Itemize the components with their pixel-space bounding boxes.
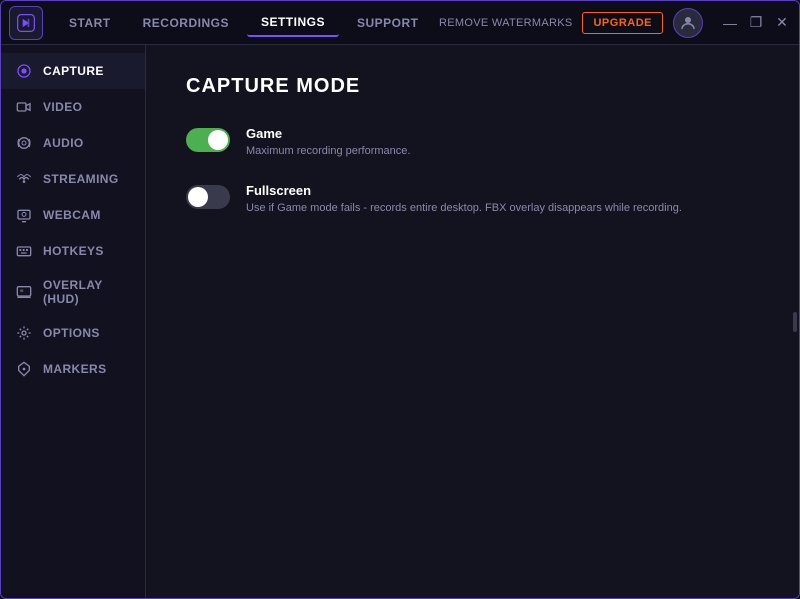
sidebar-item-markers[interactable]: MARKERS bbox=[1, 351, 145, 387]
capture-option-game: Game Maximum recording performance. bbox=[186, 126, 759, 159]
game-option-desc: Maximum recording performance. bbox=[246, 144, 410, 159]
game-toggle-track[interactable] bbox=[186, 128, 230, 152]
title-bar-right: REMOVE WATERMARKS UPGRADE — ❐ ✕ bbox=[439, 8, 791, 38]
sidebar-item-label-hotkeys: HOTKEYS bbox=[43, 244, 104, 258]
overlay-icon bbox=[15, 283, 33, 301]
game-option-title: Game bbox=[246, 126, 410, 141]
close-button[interactable]: ✕ bbox=[773, 14, 791, 32]
webcam-icon bbox=[15, 206, 33, 224]
sidebar-item-label-video: VIDEO bbox=[43, 100, 82, 114]
sidebar-item-audio[interactable]: AUDIO bbox=[1, 125, 145, 161]
hotkeys-icon bbox=[15, 242, 33, 260]
scroll-indicator bbox=[793, 312, 797, 332]
sidebar-item-label-overlay: OVERLAY (HUD) bbox=[43, 278, 131, 306]
fullscreen-toggle-track[interactable] bbox=[186, 185, 230, 209]
tab-support[interactable]: SUPPORT bbox=[343, 10, 433, 36]
options-icon bbox=[15, 324, 33, 342]
upgrade-button[interactable]: UPGRADE bbox=[582, 12, 663, 34]
fullscreen-option-text: Fullscreen Use if Game mode fails - reco… bbox=[246, 183, 682, 216]
sidebar-item-video[interactable]: VIDEO bbox=[1, 89, 145, 125]
video-icon bbox=[15, 98, 33, 116]
sidebar-item-label-capture: CAPTURE bbox=[43, 64, 104, 78]
fullscreen-toggle[interactable] bbox=[186, 185, 230, 209]
sidebar-item-label-audio: AUDIO bbox=[43, 136, 84, 150]
capture-icon bbox=[15, 62, 33, 80]
game-toggle[interactable] bbox=[186, 128, 230, 152]
window-controls: — ❐ ✕ bbox=[721, 14, 791, 32]
app-window: START RECORDINGS SETTINGS SUPPORT REMOVE… bbox=[0, 0, 800, 599]
sidebar-item-label-options: OPTIONS bbox=[43, 326, 100, 340]
fullscreen-option-desc: Use if Game mode fails - records entire … bbox=[246, 201, 682, 216]
streaming-icon bbox=[15, 170, 33, 188]
sidebar-item-label-streaming: STREAMING bbox=[43, 172, 119, 186]
app-logo[interactable] bbox=[9, 6, 43, 40]
sidebar-item-label-webcam: WEBCAM bbox=[43, 208, 101, 222]
main-content: CAPTURE VIDEO bbox=[1, 45, 799, 598]
minimize-button[interactable]: — bbox=[721, 14, 739, 32]
sidebar-item-overlay[interactable]: OVERLAY (HUD) bbox=[1, 269, 145, 315]
sidebar-item-streaming[interactable]: STREAMING bbox=[1, 161, 145, 197]
fullscreen-toggle-knob bbox=[188, 187, 208, 207]
sidebar-item-hotkeys[interactable]: HOTKEYS bbox=[1, 233, 145, 269]
sidebar-item-capture[interactable]: CAPTURE bbox=[1, 53, 145, 89]
user-avatar[interactable] bbox=[673, 8, 703, 38]
remove-watermarks-label: REMOVE WATERMARKS bbox=[439, 17, 572, 29]
audio-icon bbox=[15, 134, 33, 152]
title-bar: START RECORDINGS SETTINGS SUPPORT REMOVE… bbox=[1, 1, 799, 45]
fullscreen-option-title: Fullscreen bbox=[246, 183, 682, 198]
tab-start[interactable]: START bbox=[55, 10, 125, 36]
tab-settings[interactable]: SETTINGS bbox=[247, 9, 339, 37]
capture-option-fullscreen: Fullscreen Use if Game mode fails - reco… bbox=[186, 183, 759, 216]
maximize-button[interactable]: ❐ bbox=[747, 14, 765, 32]
page-title: CAPTURE MODE bbox=[186, 75, 759, 98]
sidebar: CAPTURE VIDEO bbox=[1, 45, 146, 598]
game-toggle-knob bbox=[208, 130, 228, 150]
sidebar-item-webcam[interactable]: WEBCAM bbox=[1, 197, 145, 233]
game-option-text: Game Maximum recording performance. bbox=[246, 126, 410, 159]
sidebar-item-options[interactable]: OPTIONS bbox=[1, 315, 145, 351]
tab-recordings[interactable]: RECORDINGS bbox=[129, 10, 243, 36]
markers-icon bbox=[15, 360, 33, 378]
nav-tabs: START RECORDINGS SETTINGS SUPPORT bbox=[55, 9, 439, 37]
content-area: CAPTURE MODE Game Maximum recording perf… bbox=[146, 45, 799, 598]
sidebar-item-label-markers: MARKERS bbox=[43, 362, 106, 376]
